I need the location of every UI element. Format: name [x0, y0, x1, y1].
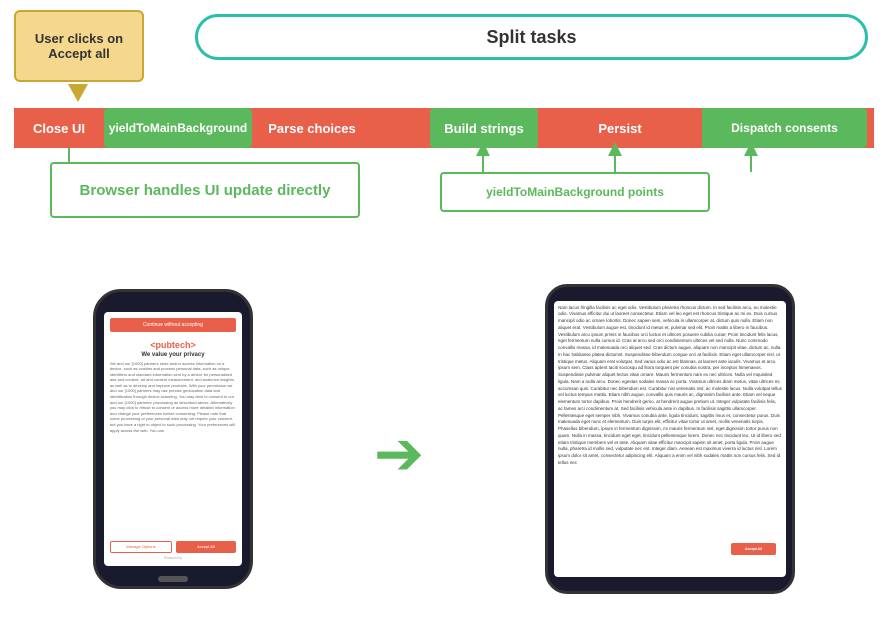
consent-logo: <pubtech> — [110, 340, 236, 350]
segment-close-ui: Close UI — [14, 108, 104, 148]
yield-arrow-up-dispatch — [744, 142, 758, 156]
yield-points-label: yieldToMainBackground points — [486, 185, 664, 199]
user-clicks-label: User clicks on Accept all — [16, 31, 142, 61]
consent-privacy-title: We value your privacy — [110, 352, 236, 358]
user-clicks-box: User clicks on Accept all — [14, 10, 144, 82]
yield-arrow-up-persist — [608, 142, 622, 156]
yield-points-box: yieldToMainBackground points — [440, 172, 710, 212]
phone1-notch — [153, 292, 193, 302]
powered-by-label: Powered by — [110, 556, 236, 560]
phone2-body: Nam lacus fringilla facilisis ac eget od… — [545, 284, 795, 594]
diagram-area: Split tasks User clicks on Accept all Cl… — [0, 0, 888, 270]
consent-body-text: We and our [1000] partners store and/or … — [110, 361, 236, 537]
segment-yield1: yieldToMainBackground — [104, 108, 252, 148]
phone1-screen: Continue without accepting <pubtech> We … — [104, 312, 242, 566]
phone2-screen: Nam lacus fringilla facilisis ac eget od… — [554, 301, 786, 577]
consent-buttons: Manage Options Accept All — [110, 541, 236, 553]
accept-all-overlay-button[interactable]: Accept All — [731, 543, 776, 555]
consent-header-bar: Continue without accepting — [110, 318, 236, 332]
browser-handles-box: Browser handles UI update directly — [50, 162, 360, 218]
article-text: Nam lacus fringilla facilisis ac eget od… — [554, 301, 786, 471]
phone1-home-button — [158, 576, 188, 582]
phone2-container: Nam lacus fringilla facilisis ac eget od… — [540, 284, 800, 604]
segment-dispatch: Dispatch consents — [702, 108, 867, 148]
phone1-container: Continue without accepting <pubtech> We … — [88, 289, 258, 599]
yield-arrow-up-build — [476, 142, 490, 156]
accept-all-button[interactable]: Accept All — [176, 541, 236, 553]
phone1-body: Continue without accepting <pubtech> We … — [93, 289, 253, 589]
split-tasks-label: Split tasks — [486, 27, 576, 48]
user-clicks-arrow — [68, 84, 88, 102]
transition-arrow: ➔ — [374, 419, 424, 489]
browser-handles-label: Browser handles UI update directly — [80, 182, 331, 199]
phones-area: Continue without accepting <pubtech> We … — [0, 268, 888, 619]
manage-options-button[interactable]: Manage Options — [110, 541, 172, 553]
split-tasks-pill: Split tasks — [195, 14, 868, 60]
consent-screen: Continue without accepting <pubtech> We … — [104, 312, 242, 566]
segment-parse: Parse choices — [252, 108, 372, 148]
